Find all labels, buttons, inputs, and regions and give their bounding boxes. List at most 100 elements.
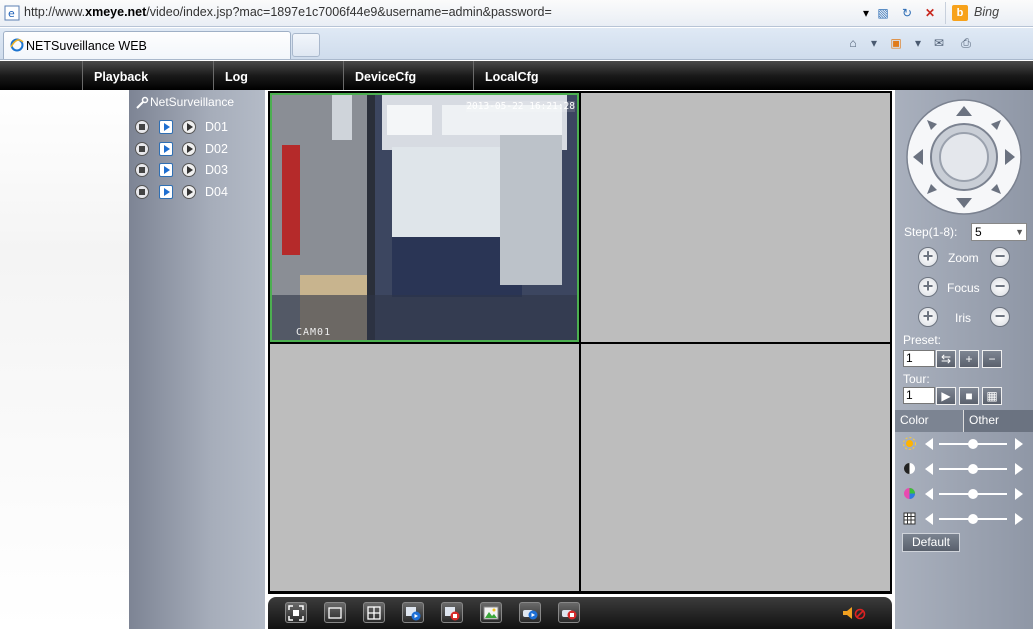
iris-close-button[interactable]: − xyxy=(990,307,1010,327)
browser-tab[interactable]: NETSuveillance WEB xyxy=(3,31,291,59)
step-select[interactable]: 5 xyxy=(971,223,1027,241)
decrease-arrow-icon[interactable] xyxy=(925,463,933,475)
open-video-icon[interactable] xyxy=(159,185,173,199)
new-tab-button[interactable] xyxy=(292,33,320,57)
zoom-in-button[interactable]: + xyxy=(918,247,938,267)
feeds-icon[interactable]: ▣ xyxy=(888,36,904,52)
feeds-dropdown-icon[interactable]: ▾ xyxy=(910,36,926,52)
channel-label: D03 xyxy=(205,163,228,177)
iris-open-button[interactable]: + xyxy=(918,307,938,327)
slider-thumb[interactable] xyxy=(968,439,978,449)
address-bar: e http://www.xmeye.net/video/index.jsp?m… xyxy=(0,0,1033,27)
iris-label: Iris xyxy=(955,311,971,325)
open-video-icon[interactable] xyxy=(159,142,173,156)
tour-play-button[interactable]: ▶ xyxy=(936,387,956,405)
open-video-icon[interactable] xyxy=(159,163,173,177)
preset-goto-button[interactable]: ⇆ xyxy=(936,350,956,368)
record-stop-button[interactable] xyxy=(558,602,580,623)
channel-label: D01 xyxy=(205,120,228,134)
stop-channel-icon[interactable] xyxy=(135,120,149,134)
play-channel-icon[interactable] xyxy=(182,142,196,156)
slider-thumb[interactable] xyxy=(968,514,978,524)
focus-far-button[interactable]: − xyxy=(990,277,1010,297)
focus-near-button[interactable]: + xyxy=(918,277,938,297)
saturation-slider[interactable] xyxy=(903,486,1029,502)
tour-stop-button[interactable]: ■ xyxy=(959,387,979,405)
slider-thumb[interactable] xyxy=(968,464,978,474)
camera-name: CAM01 xyxy=(296,327,332,338)
preset-add-button[interactable]: + xyxy=(959,350,979,368)
tab-color[interactable]: Color xyxy=(895,410,963,432)
tour-config-button[interactable]: ▦ xyxy=(982,387,1002,405)
decrease-arrow-icon[interactable] xyxy=(925,488,933,500)
record-start-button[interactable] xyxy=(519,602,541,623)
ptz-direction-pad[interactable] xyxy=(905,98,1023,216)
default-button[interactable]: Default xyxy=(902,533,960,552)
channel-row-d01[interactable]: D01 xyxy=(135,118,261,136)
stop-channel-icon[interactable] xyxy=(135,142,149,156)
play-all-button[interactable] xyxy=(402,602,424,623)
search-box[interactable]: b Bing xyxy=(945,2,1033,24)
channel-label: D02 xyxy=(205,142,228,156)
home-icon[interactable]: ⌂ xyxy=(845,36,861,52)
video-cell-2[interactable] xyxy=(581,93,890,342)
zoom-out-button[interactable]: − xyxy=(990,247,1010,267)
home-dropdown-icon[interactable]: ▾ xyxy=(866,36,882,52)
stop-icon[interactable]: ✕ xyxy=(920,3,940,23)
menu-devicecfg[interactable]: DeviceCfg xyxy=(343,61,474,90)
quad-view-icon xyxy=(367,606,381,620)
compat-view-icon[interactable]: ▧ xyxy=(873,3,893,23)
video-cell-4[interactable] xyxy=(581,344,890,591)
increase-arrow-icon[interactable] xyxy=(1015,438,1023,450)
bing-logo-icon: b xyxy=(952,5,968,21)
hue-slider[interactable] xyxy=(903,511,1029,527)
brightness-slider[interactable] xyxy=(903,436,1029,452)
mail-icon[interactable]: ✉ xyxy=(931,36,947,52)
menu-playback[interactable]: Playback xyxy=(82,61,214,90)
play-channel-icon[interactable] xyxy=(182,185,196,199)
preset-delete-button[interactable]: − xyxy=(982,350,1002,368)
snapshot-button[interactable] xyxy=(480,602,502,623)
play-channel-icon[interactable] xyxy=(182,163,196,177)
stop-channel-icon[interactable] xyxy=(135,185,149,199)
step-label: Step(1-8): xyxy=(904,225,958,239)
mute-icon[interactable] xyxy=(841,605,867,621)
channel-row-d04[interactable]: D04 xyxy=(135,183,261,201)
menu-localcfg[interactable]: LocalCfg xyxy=(473,61,604,90)
single-view-icon xyxy=(328,607,342,619)
preset-input[interactable]: 1 xyxy=(903,350,935,367)
color-tabs: Color Other xyxy=(895,410,1033,432)
camera-feed-image xyxy=(272,95,577,340)
increase-arrow-icon[interactable] xyxy=(1015,488,1023,500)
single-view-button[interactable] xyxy=(324,602,346,623)
tour-input[interactable]: 1 xyxy=(903,387,935,404)
tab-other[interactable]: Other xyxy=(963,410,1033,432)
print-icon[interactable]: ⎙ xyxy=(958,36,974,52)
increase-arrow-icon[interactable] xyxy=(1015,463,1023,475)
left-margin xyxy=(0,90,129,629)
stop-all-button[interactable] xyxy=(441,602,463,623)
ie-tab-icon xyxy=(10,38,24,52)
contrast-slider[interactable] xyxy=(903,461,1029,477)
step-value: 5 xyxy=(975,225,982,239)
play-channel-icon[interactable] xyxy=(182,120,196,134)
record-start-icon xyxy=(523,610,538,620)
fullscreen-button[interactable] xyxy=(285,602,307,623)
refresh-icon[interactable]: ↻ xyxy=(897,3,917,23)
main-menu: Playback Log DeviceCfg LocalCfg xyxy=(0,61,1033,90)
increase-arrow-icon[interactable] xyxy=(1015,513,1023,525)
video-cell-1[interactable]: 2013-05-22 16:21:28 CAM01 xyxy=(270,93,579,342)
decrease-arrow-icon[interactable] xyxy=(925,513,933,525)
url-field[interactable]: http://www.xmeye.net/video/index.jsp?mac… xyxy=(22,3,854,23)
channel-row-d02[interactable]: D02 xyxy=(135,140,261,158)
saturation-icon xyxy=(904,488,915,499)
menu-log[interactable]: Log xyxy=(213,61,344,90)
focus-label: Focus xyxy=(947,281,980,295)
channel-row-d03[interactable]: D03 xyxy=(135,161,261,179)
stop-channel-icon[interactable] xyxy=(135,163,149,177)
open-video-icon[interactable] xyxy=(159,120,173,134)
video-cell-3[interactable] xyxy=(270,344,579,591)
decrease-arrow-icon[interactable] xyxy=(925,438,933,450)
quad-view-button[interactable] xyxy=(363,602,385,623)
slider-thumb[interactable] xyxy=(968,489,978,499)
